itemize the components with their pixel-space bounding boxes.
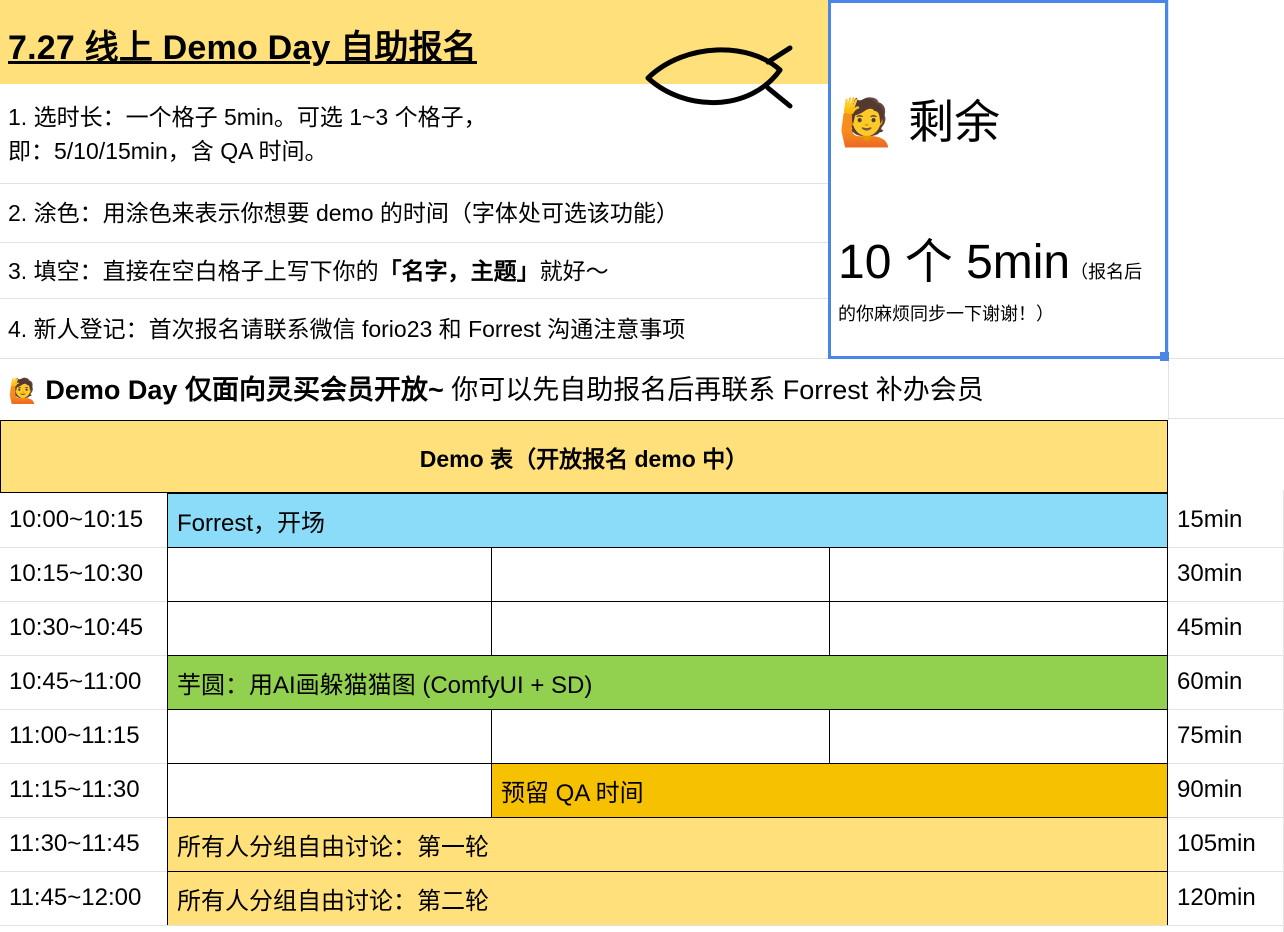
rule-3-bold: 「名字，主题」 xyxy=(378,258,540,284)
remaining-note: 的你麻烦同步一下谢谢！） xyxy=(838,304,1054,324)
duration-cell: 120min xyxy=(1177,884,1256,911)
empty-slot-cell[interactable] xyxy=(829,547,1168,602)
time-slot: 10:45~11:00 xyxy=(9,668,142,695)
rule-3-suffix: 就好～ xyxy=(539,258,609,284)
fish-drawing-icon xyxy=(645,45,793,109)
member-notice: 🙋 Demo Day 仅面向灵买会员开放~ 你可以先自助报名后再联系 Forre… xyxy=(8,368,984,407)
time-slot: 11:00~11:15 xyxy=(9,722,140,749)
time-slot: 10:00~10:15 xyxy=(9,506,144,533)
duration-cell: 105min xyxy=(1177,830,1256,857)
member-notice-rest: 你可以先自助报名后再联系 Forrest 补办会员 xyxy=(443,375,984,405)
schedule-entry[interactable]: 所有人分组自由讨论：第一轮 xyxy=(167,817,1168,872)
remaining-note-part1: （报名后 xyxy=(1070,262,1143,282)
rule-4: 4. 新人登记：首次报名请联系微信 forio23 和 Forrest 沟通注意… xyxy=(8,316,686,342)
empty-slot-cell[interactable] xyxy=(491,601,830,656)
remaining-count-text: 10 个 5min xyxy=(838,236,1071,289)
raising-hand-icon: 🙋 xyxy=(8,378,38,405)
duration-cell: 30min xyxy=(1177,560,1243,587)
duration-cell: 45min xyxy=(1177,614,1243,641)
empty-slot-cell[interactable] xyxy=(167,709,492,764)
duration-cell: 15min xyxy=(1177,506,1243,533)
schedule-entry[interactable]: Forrest，开场 xyxy=(167,493,1168,548)
empty-slot-cell[interactable] xyxy=(491,709,830,764)
schedule-header: Demo 表（开放报名 demo 中） xyxy=(0,420,1168,493)
empty-slot-cell[interactable] xyxy=(491,547,830,602)
selection-fill-handle[interactable] xyxy=(1160,352,1169,361)
rule-1-line-2: 即：5/10/15min，含 QA 时间。 xyxy=(8,138,328,164)
rule-3: 3. 填空：直接在空白格子上写下你的「名字，主题」就好～ xyxy=(8,254,609,288)
rule-1-line-1: 1. 选时长：一个格子 5min。可选 1~3 个格子， xyxy=(8,104,487,130)
remaining-title: 🙋 剩余 xyxy=(838,86,1000,152)
raising-hand-icon: 🙋 xyxy=(838,96,896,148)
page-title: 7.27 线上 Demo Day 自助报名 xyxy=(8,29,477,67)
rule-2: 2. 涂色：用涂色来表示你想要 demo 的时间（字体处可选该功能） xyxy=(8,200,679,226)
rule-3-prefix: 3. 填空：直接在空白格子上写下你的 xyxy=(8,258,379,284)
member-notice-bold: Demo Day 仅面向灵买会员开放~ xyxy=(45,375,444,405)
empty-slot-cell[interactable] xyxy=(829,709,1168,764)
time-slot: 11:30~11:45 xyxy=(9,830,140,857)
schedule-entry[interactable]: 所有人分组自由讨论：第二轮 xyxy=(167,871,1168,926)
empty-slot-cell[interactable] xyxy=(167,763,492,818)
duration-cell: 75min xyxy=(1177,722,1243,749)
empty-slot-cell[interactable] xyxy=(167,547,492,602)
duration-cell: 60min xyxy=(1177,668,1243,695)
empty-slot-cell[interactable] xyxy=(829,601,1168,656)
time-slot: 10:15~10:30 xyxy=(9,560,144,587)
empty-slot-cell[interactable] xyxy=(167,601,492,656)
duration-cell: 90min xyxy=(1177,776,1243,803)
time-slot: 10:30~10:45 xyxy=(9,614,144,641)
remaining-title-text: 剩余 xyxy=(908,96,1001,148)
remaining-count: 10 个 5min（报名后 xyxy=(838,222,1142,292)
time-slot: 11:45~12:00 xyxy=(9,884,142,911)
time-slot: 11:15~11:30 xyxy=(9,776,140,803)
schedule-entry[interactable]: 芋圆：用AI画躲猫猫图 (ComfyUI + SD) xyxy=(167,655,1168,710)
schedule-entry[interactable]: 预留 QA 时间 xyxy=(491,763,1168,818)
